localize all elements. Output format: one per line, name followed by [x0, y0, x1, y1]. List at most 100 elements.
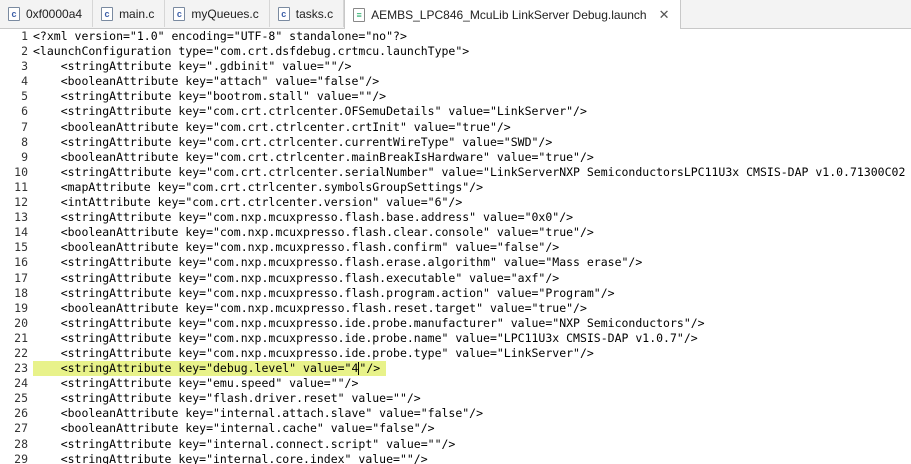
- code-line[interactable]: 19 <booleanAttribute key="com.nxp.mcuxpr…: [0, 301, 911, 316]
- code-text[interactable]: <booleanAttribute key="internal.attach.s…: [33, 406, 489, 421]
- line-number: 6: [21, 104, 28, 119]
- tab-label: 0xf0000a4: [26, 6, 83, 21]
- code-line[interactable]: 3 <stringAttribute key=".gdbinit" value=…: [0, 59, 911, 74]
- c-file-icon: c: [8, 6, 20, 21]
- code-text[interactable]: <stringAttribute key="flash.driver.reset…: [33, 391, 427, 406]
- line-number: 24: [14, 376, 28, 391]
- code-line[interactable]: 14 <booleanAttribute key="com.nxp.mcuxpr…: [0, 225, 911, 240]
- code-text[interactable]: <booleanAttribute key="com.nxp.mcuxpress…: [33, 301, 593, 316]
- code-line[interactable]: 12 <intAttribute key="com.crt.ctrlcenter…: [0, 195, 911, 210]
- tab-label: myQueues.c: [191, 6, 259, 21]
- code-text[interactable]: <booleanAttribute key="com.crt.ctrlcente…: [33, 120, 517, 135]
- code-line[interactable]: 27 <booleanAttribute key="internal.cache…: [0, 421, 911, 436]
- code-line[interactable]: 20 <stringAttribute key="com.nxp.mcuxpre…: [0, 316, 911, 331]
- code-text-after-caret: "/>: [359, 361, 381, 376]
- code-text[interactable]: <stringAttribute key="emu.speed" value="…: [33, 376, 364, 391]
- code-line[interactable]: 26 <booleanAttribute key="internal.attac…: [0, 406, 911, 421]
- code-line[interactable]: 11 <mapAttribute key="com.crt.ctrlcenter…: [0, 180, 911, 195]
- code-text[interactable]: <stringAttribute key="bootrom.stall" val…: [33, 89, 392, 104]
- code-text[interactable]: <stringAttribute key="com.nxp.mcuxpresso…: [33, 255, 648, 270]
- code-editor[interactable]: 1 <?xml version="1.0" encoding="UTF-8" st…: [0, 29, 911, 464]
- code-text[interactable]: <stringAttribute key="com.nxp.mcuxpresso…: [33, 286, 621, 301]
- code-line[interactable]: 1 <?xml version="1.0" encoding="UTF-8" st…: [0, 29, 911, 44]
- c-file-icon: c: [173, 6, 186, 21]
- line-number: 12: [14, 195, 28, 210]
- code-line[interactable]: 16 <stringAttribute key="com.nxp.mcuxpre…: [0, 255, 911, 270]
- code-line[interactable]: 28 <stringAttribute key="internal.connec…: [0, 437, 911, 452]
- code-line[interactable]: 8 <stringAttribute key="com.crt.ctrlcent…: [0, 135, 911, 150]
- code-text[interactable]: <stringAttribute key="com.crt.ctrlcenter…: [33, 135, 558, 150]
- code-text[interactable]: <stringAttribute key="com.nxp.mcuxpresso…: [33, 346, 600, 361]
- code-line[interactable]: 17 <stringAttribute key="com.nxp.mcuxpre…: [0, 271, 911, 286]
- code-text[interactable]: <intAttribute key="com.crt.ctrlcenter.ve…: [33, 195, 468, 210]
- line-number: 15: [14, 240, 28, 255]
- code-line[interactable]: 29 <stringAttribute key="internal.core.i…: [0, 452, 911, 464]
- line-number: 8: [21, 134, 28, 149]
- tab-label: tasks.c: [295, 6, 334, 21]
- code-line[interactable]: 2 <launchConfiguration type="com.crt.dsfd…: [0, 44, 911, 59]
- code-text[interactable]: <stringAttribute key="com.nxp.mcuxpresso…: [33, 271, 565, 286]
- tab-label: AEMBS_LPC846_McuLib LinkServer Debug.lau…: [371, 7, 647, 22]
- code-line[interactable]: 13 <stringAttribute key="com.nxp.mcuxpre…: [0, 210, 911, 225]
- close-tab-icon[interactable]: ✕: [659, 7, 670, 23]
- tab-tasks-c[interactable]: c tasks.c: [270, 0, 345, 27]
- code-line[interactable]: 4 <booleanAttribute key="attach" value="…: [0, 74, 911, 89]
- code-line[interactable]: 24 <stringAttribute key="emu.speed" valu…: [0, 376, 911, 391]
- code-line[interactable]: 22 <stringAttribute key="com.nxp.mcuxpre…: [0, 346, 911, 361]
- code-text[interactable]: <launchConfiguration type="com.crt.dsfde…: [33, 44, 475, 59]
- code-text[interactable]: <booleanAttribute key="com.crt.ctrlcente…: [33, 150, 600, 165]
- line-number: 22: [14, 345, 28, 360]
- code-text[interactable]: <stringAttribute key="debug.level" value…: [33, 361, 387, 377]
- code-line[interactable]: 15 <booleanAttribute key="com.nxp.mcuxpr…: [0, 240, 911, 255]
- code-text[interactable]: <booleanAttribute key="com.nxp.mcuxpress…: [33, 225, 600, 240]
- code-text[interactable]: <stringAttribute key="com.nxp.mcuxpresso…: [33, 316, 711, 331]
- line-number: 4: [21, 74, 28, 89]
- line-number: 20: [14, 315, 28, 330]
- code-line[interactable]: 18 <stringAttribute key="com.nxp.mcuxpre…: [0, 286, 911, 301]
- code-line[interactable]: 25 <stringAttribute key="flash.driver.re…: [0, 391, 911, 406]
- code-text[interactable]: <stringAttribute key="com.nxp.mcuxpresso…: [33, 210, 579, 225]
- editor-tab-bar: c 0xf0000a4 c main.c c myQueues.c c task…: [0, 0, 911, 29]
- code-line[interactable]: 9 <booleanAttribute key="com.crt.ctrlcen…: [0, 150, 911, 165]
- code-line[interactable]: 23 <stringAttribute key="debug.level" va…: [0, 361, 911, 377]
- tab-main-c[interactable]: c main.c: [93, 0, 166, 27]
- line-number: 13: [14, 210, 28, 225]
- code-line[interactable]: 5 <stringAttribute key="bootrom.stall" v…: [0, 89, 911, 104]
- tab-label: main.c: [119, 6, 155, 21]
- code-line[interactable]: 7 <booleanAttribute key="com.crt.ctrlcen…: [0, 120, 911, 135]
- line-number: 2: [21, 44, 28, 59]
- line-number: 19: [14, 300, 28, 315]
- line-number: 3: [21, 59, 28, 74]
- line-number: 16: [14, 255, 28, 270]
- line-number: 21: [14, 330, 28, 345]
- tab-0xf0000a4[interactable]: c 0xf0000a4: [0, 0, 94, 27]
- line-number: 7: [21, 119, 28, 134]
- code-text[interactable]: <booleanAttribute key="com.nxp.mcuxpress…: [33, 240, 565, 255]
- line-number: 23: [14, 361, 28, 376]
- line-number: 5: [21, 89, 28, 104]
- code-line[interactable]: 6 <stringAttribute key="com.crt.ctrlcent…: [0, 104, 911, 119]
- code-text[interactable]: <stringAttribute key="com.nxp.mcuxpresso…: [33, 331, 704, 346]
- code-text[interactable]: <?xml version="1.0" encoding="UTF-8" sta…: [33, 29, 413, 44]
- code-text[interactable]: <stringAttribute key="internal.connect.s…: [33, 437, 461, 452]
- line-number: 1: [21, 29, 28, 43]
- code-text[interactable]: <stringAttribute key="com.crt.ctrlcenter…: [33, 104, 593, 119]
- tab-myqueues-c[interactable]: c myQueues.c: [165, 0, 270, 27]
- tab-launch-file[interactable]: ≡ AEMBS_LPC846_McuLib LinkServer Debug.l…: [344, 0, 681, 29]
- line-number: 14: [14, 225, 28, 240]
- code-text[interactable]: <booleanAttribute key="attach" value="fa…: [33, 74, 385, 89]
- line-number: 27: [14, 421, 28, 436]
- code-text[interactable]: <booleanAttribute key="internal.cache" v…: [33, 421, 441, 436]
- line-number: 28: [14, 436, 28, 451]
- code-text[interactable]: <mapAttribute key="com.crt.ctrlcenter.sy…: [33, 180, 489, 195]
- code-line[interactable]: 10 <stringAttribute key="com.crt.ctrlcen…: [0, 165, 911, 180]
- code-text[interactable]: <stringAttribute key="internal.core.inde…: [33, 452, 434, 464]
- code-text[interactable]: <stringAttribute key="com.crt.ctrlcenter…: [33, 165, 911, 180]
- line-number: 26: [14, 406, 28, 421]
- line-number: 29: [14, 451, 28, 464]
- line-number: 25: [14, 391, 28, 406]
- code-line[interactable]: 21 <stringAttribute key="com.nxp.mcuxpre…: [0, 331, 911, 346]
- code-text[interactable]: <stringAttribute key=".gdbinit" value=""…: [33, 59, 358, 74]
- code-text-before-caret: <stringAttribute key="debug.level" value…: [33, 361, 359, 376]
- c-file-icon: c: [101, 6, 114, 21]
